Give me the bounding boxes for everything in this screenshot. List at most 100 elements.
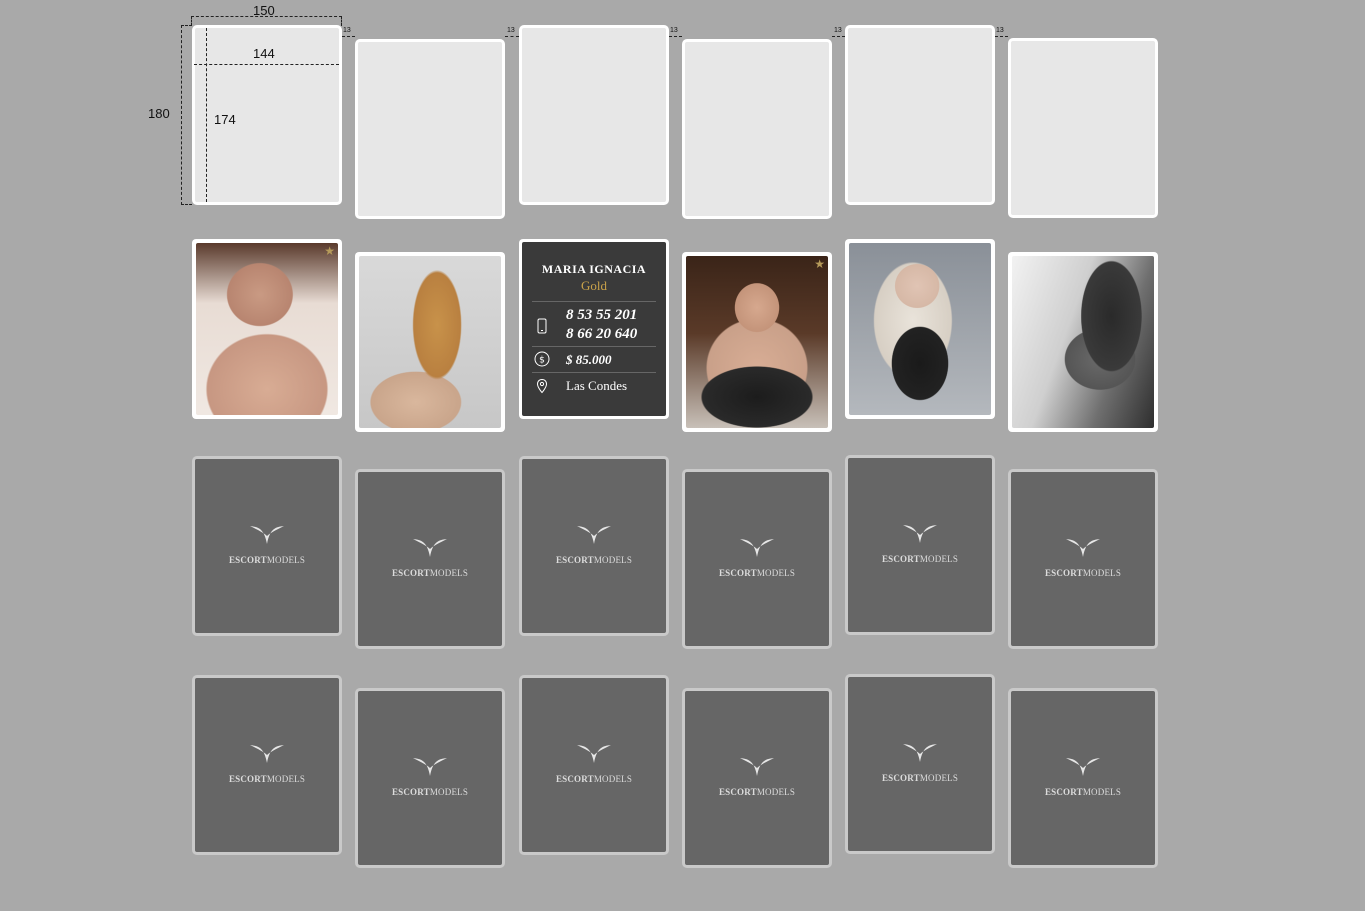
inner-height-guide — [206, 28, 207, 202]
outer-width-guide-right — [341, 16, 342, 26]
featured-star-icon: ★ — [324, 244, 335, 258]
gap-label: 13 — [996, 27, 1004, 34]
inner-width-label: 144 — [253, 46, 275, 61]
brand-regular: MODELS — [756, 787, 796, 797]
brand-regular: MODELS — [593, 555, 633, 565]
brand-bold: ESCORT — [228, 774, 267, 784]
brand-logo: ESCORTMODELS — [685, 537, 829, 581]
profile-info-card[interactable]: MARIA IGNACIA Gold 8 53 55 201 8 66 20 6… — [519, 239, 669, 419]
location-value: Las Condes — [566, 378, 628, 393]
profile-card[interactable] — [1008, 252, 1158, 432]
brand-logo: ESCORTMODELS — [195, 743, 339, 787]
brand-logo: ESCORTMODELS — [1011, 756, 1155, 800]
profile-name: MARIA IGNACIA — [541, 262, 647, 276]
brand-logo: ESCORTMODELS — [195, 524, 339, 568]
wing-logo-icon — [903, 744, 937, 762]
empty-slot[interactable] — [682, 39, 832, 219]
brand-regular: MODELS — [1082, 787, 1122, 797]
wing-logo-icon — [740, 758, 774, 776]
gap-label: 13 — [343, 27, 351, 34]
location-pin-icon — [536, 378, 548, 394]
brand-bold: ESCORT — [718, 568, 757, 578]
profile-card[interactable] — [845, 239, 995, 419]
wing-logo-icon — [1066, 758, 1100, 776]
featured-star-icon: ★ — [814, 257, 825, 271]
outer-height-guide-top — [181, 25, 192, 26]
wing-logo-icon — [1066, 539, 1100, 557]
logo-placeholder-card[interactable]: ESCORTMODELS — [355, 469, 505, 649]
gap-label: 13 — [507, 27, 515, 34]
empty-slot[interactable] — [519, 25, 669, 205]
brand-bold: ESCORT — [391, 787, 430, 797]
brand-bold: ESCORT — [555, 774, 594, 784]
profile-card[interactable]: ★ — [682, 252, 832, 432]
brand-logo: ESCORTMODELS — [685, 756, 829, 800]
logo-placeholder-card[interactable]: ESCORTMODELS — [682, 688, 832, 868]
gap-guide — [669, 36, 682, 37]
phone-icon — [537, 318, 547, 334]
logo-placeholder-card[interactable]: ESCORTMODELS — [1008, 688, 1158, 868]
logo-placeholder-card[interactable]: ESCORTMODELS — [355, 688, 505, 868]
brand-bold: ESCORT — [718, 787, 757, 797]
logo-placeholder-card[interactable]: ESCORTMODELS — [519, 675, 669, 855]
empty-slot[interactable] — [845, 25, 995, 205]
divider — [532, 346, 656, 347]
wing-logo-icon — [577, 745, 611, 763]
brand-regular: MODELS — [266, 774, 306, 784]
brand-logo: ESCORTMODELS — [522, 743, 666, 787]
svg-text:$: $ — [539, 356, 545, 366]
phone-number-1: 8 53 55 201 — [566, 307, 638, 323]
brand-logo: ESCORTMODELS — [1011, 537, 1155, 581]
gap-label: 13 — [834, 27, 842, 34]
gap-guide — [832, 36, 845, 37]
logo-placeholder-card[interactable]: ESCORTMODELS — [192, 456, 342, 636]
price-value: $ 85.000 — [566, 352, 612, 367]
profile-tier: Gold — [581, 278, 607, 293]
inner-width-guide — [194, 64, 339, 65]
phone-number-2: 8 66 20 640 — [566, 326, 638, 342]
logo-placeholder-card[interactable]: ESCORTMODELS — [1008, 469, 1158, 649]
logo-placeholder-card[interactable]: ESCORTMODELS — [519, 456, 669, 636]
brand-bold: ESCORT — [881, 554, 920, 564]
gap-guide — [505, 36, 519, 37]
brand-logo: ESCORTMODELS — [358, 537, 502, 581]
empty-slot[interactable] — [355, 39, 505, 219]
gap-label: 13 — [670, 27, 678, 34]
profile-photo: ★ — [686, 256, 828, 428]
divider — [532, 372, 656, 373]
brand-bold: ESCORT — [1044, 787, 1083, 797]
profile-card[interactable]: ★ — [192, 239, 342, 419]
brand-regular: MODELS — [429, 787, 469, 797]
brand-logo: ESCORTMODELS — [522, 524, 666, 568]
brand-bold: ESCORT — [555, 555, 594, 565]
profile-photo — [849, 243, 991, 415]
brand-regular: MODELS — [593, 774, 633, 784]
brand-bold: ESCORT — [1044, 568, 1083, 578]
wing-logo-icon — [250, 526, 284, 544]
empty-slot[interactable] — [1008, 38, 1158, 218]
brand-logo: ESCORTMODELS — [848, 523, 992, 567]
logo-placeholder-card[interactable]: ESCORTMODELS — [682, 469, 832, 649]
price-icon: $ — [534, 351, 550, 367]
brand-logo: ESCORTMODELS — [358, 756, 502, 800]
brand-regular: MODELS — [1082, 568, 1122, 578]
outer-height-label: 180 — [148, 106, 170, 121]
brand-regular: MODELS — [266, 555, 306, 565]
divider — [532, 301, 656, 302]
gap-guide — [995, 36, 1008, 37]
inner-height-label: 174 — [214, 112, 236, 127]
wing-logo-icon — [413, 539, 447, 557]
brand-bold: ESCORT — [391, 568, 430, 578]
wing-logo-icon — [250, 745, 284, 763]
outer-width-label: 150 — [253, 3, 275, 18]
logo-placeholder-card[interactable]: ESCORTMODELS — [845, 674, 995, 854]
profile-photo: ★ — [196, 243, 338, 415]
brand-logo: ESCORTMODELS — [848, 742, 992, 786]
logo-placeholder-card[interactable]: ESCORTMODELS — [845, 455, 995, 635]
profile-card[interactable] — [355, 252, 505, 432]
profile-photo — [359, 256, 501, 428]
wing-logo-icon — [740, 539, 774, 557]
wing-logo-icon — [413, 758, 447, 776]
logo-placeholder-card[interactable]: ESCORTMODELS — [192, 675, 342, 855]
profile-photo — [1012, 256, 1154, 428]
